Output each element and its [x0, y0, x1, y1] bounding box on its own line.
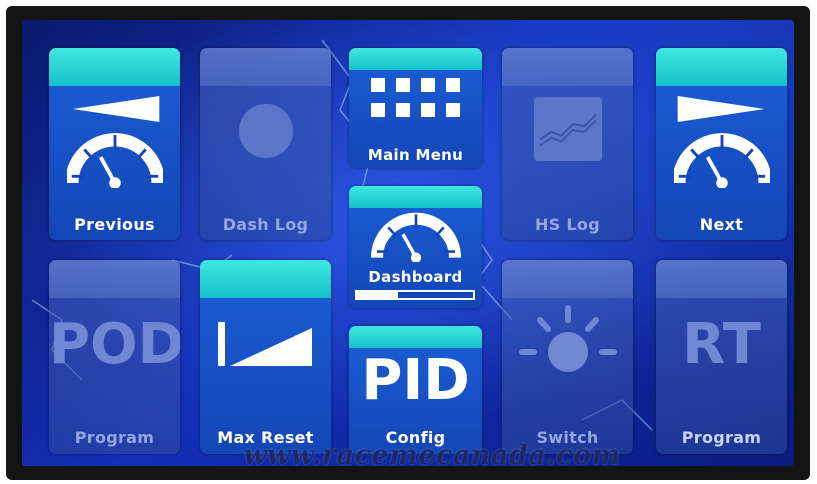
dash-log-label: Dash Log — [222, 215, 309, 234]
tile-header — [502, 48, 633, 86]
pod-text: POD — [49, 312, 180, 377]
max-reset-ramp-icon — [218, 322, 312, 366]
tile-header — [49, 260, 180, 298]
program-pod-label: Program — [74, 428, 155, 447]
dashboard-progress-bar — [355, 290, 475, 300]
grid-menu-icon — [371, 78, 460, 117]
chart-log-icon — [534, 96, 602, 162]
dashboard-label: Dashboard — [368, 268, 463, 286]
tile-header — [656, 48, 787, 86]
rt-text: RT — [682, 312, 761, 377]
pid-text: PID — [361, 348, 470, 413]
touch-screen: Previous Dash Log Main Menu HS Log Next … — [22, 20, 794, 466]
tile-header — [49, 48, 180, 86]
switch-tile[interactable]: Switch — [502, 260, 633, 454]
program-rt-label: Program — [681, 428, 762, 447]
record-circle-icon — [238, 103, 294, 159]
gauge-icon — [674, 133, 770, 188]
gauge-icon — [67, 133, 163, 188]
light-switch-icon — [519, 305, 617, 372]
next-label: Next — [699, 215, 744, 234]
tile-header — [349, 186, 482, 208]
tile-header — [200, 260, 331, 298]
hs-log-tile[interactable]: HS Log — [502, 48, 633, 240]
dashboard-tile[interactable]: Dashboard — [349, 186, 482, 308]
tile-header — [502, 260, 633, 298]
main-menu-label: Main Menu — [367, 146, 464, 164]
program-rt-tile[interactable]: RT Program — [656, 260, 787, 454]
dash-log-tile[interactable]: Dash Log — [200, 48, 331, 240]
next-tile[interactable]: Next — [656, 48, 787, 240]
tile-header — [200, 48, 331, 86]
tile-header — [349, 326, 482, 348]
ramp-icon — [72, 96, 160, 122]
website-url: www.racemecanada.com — [243, 440, 621, 466]
tile-header — [349, 48, 482, 70]
hs-log-label: HS Log — [535, 215, 600, 234]
tile-header — [656, 260, 787, 298]
program-pod-tile[interactable]: POD Program — [49, 260, 180, 454]
previous-tile[interactable]: Previous — [49, 48, 180, 240]
gauge-icon — [371, 212, 461, 262]
max-reset-tile[interactable]: Max Reset — [200, 260, 331, 454]
main-menu-tile[interactable]: Main Menu — [349, 48, 482, 168]
previous-label: Previous — [74, 215, 155, 234]
ramp-icon — [677, 96, 765, 122]
progress-fill — [357, 292, 398, 298]
config-tile[interactable]: PID Config — [349, 326, 482, 454]
